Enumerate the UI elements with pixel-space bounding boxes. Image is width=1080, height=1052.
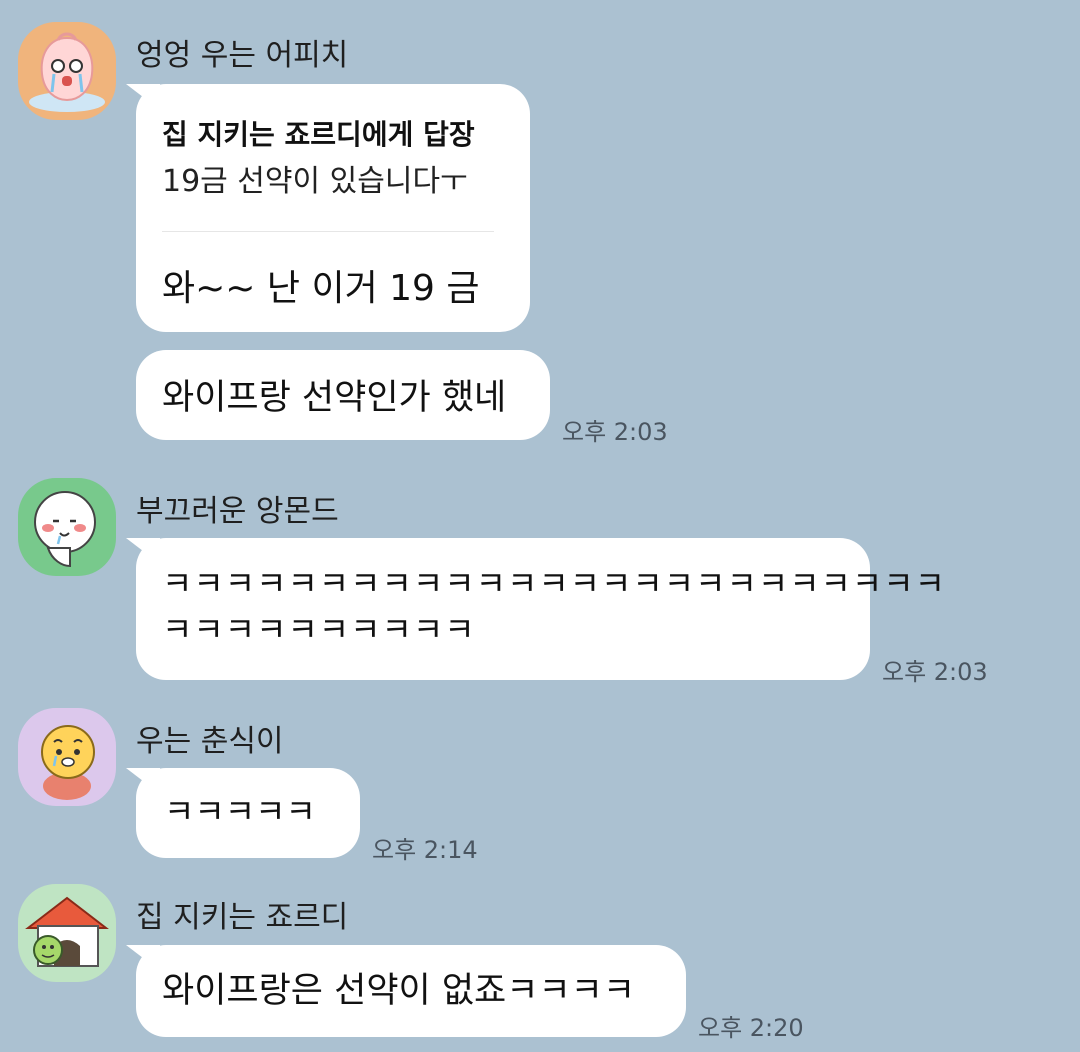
message-bubble[interactable]: 와이프랑 선약인가 했네 (136, 350, 550, 440)
crying-choonsik-avatar-icon[interactable] (18, 708, 116, 806)
message-time: 오후 2:20 (698, 1014, 804, 1042)
reply-message-bubble[interactable]: 집 지키는 죠르디에게 답장 19금 선약이 있습니다ㅜ 와~~ 난 이거 19… (136, 84, 530, 332)
message-bubble[interactable]: 와이프랑은 선약이 없죠ㅋㅋㅋㅋ (136, 945, 686, 1037)
message-time: 오후 2:14 (372, 836, 478, 864)
doghouse-jordy-avatar-icon[interactable] (18, 884, 116, 982)
message-time: 오후 2:03 (562, 418, 668, 446)
message-text-line: ㅋㅋㅋㅋㅋㅋㅋㅋㅋㅋㅋㅋㅋㅋㅋㅋㅋㅋㅋㅋㅋㅋㅋㅋㅋ (162, 564, 946, 603)
reply-divider (162, 231, 494, 232)
sender-name: 집 지키는 죠르디 (136, 900, 349, 935)
reply-quoted-text: 19금 선약이 있습니다ㅜ (162, 164, 468, 199)
message-text: 와이프랑 선약인가 했네 (162, 378, 507, 418)
chat-room: 엉엉 우는 어피치 집 지키는 죠르디에게 답장 19금 선약이 있습니다ㅜ 와… (0, 0, 1080, 1052)
sender-name: 엉엉 우는 어피치 (136, 38, 349, 73)
message-time: 오후 2:03 (882, 658, 988, 686)
sender-name: 부끄러운 앙몬드 (136, 494, 339, 529)
crying-peach-avatar-icon[interactable] (18, 22, 116, 120)
reply-title: 집 지키는 죠르디에게 답장 (162, 118, 475, 151)
message-text-line: ㅋㅋㅋㅋㅋㅋㅋㅋㅋㅋ (162, 609, 476, 649)
sender-name: 우는 춘식이 (136, 724, 284, 759)
message-bubble[interactable]: ㅋㅋㅋㅋㅋㅋㅋㅋㅋㅋㅋㅋㅋㅋㅋㅋㅋㅋㅋㅋㅋㅋㅋㅋㅋ ㅋㅋㅋㅋㅋㅋㅋㅋㅋㅋ (136, 538, 946, 680)
message-text: 와이프랑은 선약이 없죠ㅋㅋㅋㅋ (162, 971, 636, 1011)
message-bubble[interactable]: ㅋㅋㅋㅋㅋ (136, 768, 360, 858)
message-text: 와~~ 난 이거 19 금 (162, 268, 480, 309)
message-text: ㅋㅋㅋㅋㅋ (164, 792, 316, 831)
shy-angmond-avatar-icon[interactable] (18, 478, 116, 576)
